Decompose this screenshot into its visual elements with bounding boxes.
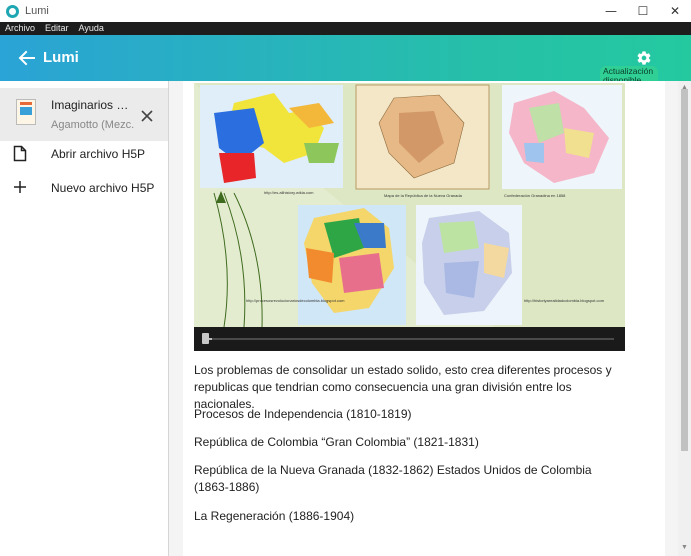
content-paragraph: La Regeneración (1886-1904) <box>194 509 355 523</box>
content-paragraph: Procesos de Independencia (1810-1819) <box>194 407 412 421</box>
close-icon[interactable] <box>141 110 153 122</box>
plus-icon <box>14 181 26 193</box>
map-caption-1: http://es.allhistory.wikia.com <box>264 190 314 195</box>
agamotto-player[interactable]: http://es.allhistory.wikia.com Mapa de l… <box>194 83 625 351</box>
map-caption-3: Confederación Granadina en 1858 <box>504 193 566 198</box>
app-logo-icon <box>6 4 19 18</box>
map-caption-5: http://historiyarealidadcolombia.blogspo… <box>524 298 605 303</box>
open-file-subtitle: Agamotto (Mezc... <box>51 119 135 131</box>
file-icon <box>13 145 27 162</box>
window-close-icon[interactable]: ✕ <box>659 0 691 22</box>
settings-gear-icon[interactable] <box>636 50 652 66</box>
open-file-item[interactable]: Imaginarios d... Agamotto (Mezc... <box>0 88 168 141</box>
new-h5p-label: Nuevo archivo H5P <box>51 181 155 195</box>
content-paragraph: República de Colombia “Gran Colombia” (1… <box>194 435 479 449</box>
window-title: Lumi <box>25 5 49 17</box>
app-bar: Lumi <box>0 35 691 81</box>
colombia-maps-collage <box>194 83 625 327</box>
maximize-icon[interactable]: ☐ <box>627 0 659 22</box>
window-controls: — ☐ ✕ <box>595 0 691 22</box>
app-title: Lumi <box>43 49 79 66</box>
progress-track[interactable] <box>204 338 614 340</box>
open-file-title: Imaginarios d... <box>51 98 133 112</box>
maps-slide-image: http://es.allhistory.wikia.com Mapa de l… <box>194 83 625 327</box>
player-controls <box>194 327 625 351</box>
window-titlebar: Lumi — ☐ ✕ <box>0 0 691 22</box>
map-caption-4: http://procesosrevolucionariosdecolombia… <box>246 298 345 303</box>
minimize-icon[interactable]: — <box>595 0 627 22</box>
sidebar: Imaginarios d... Agamotto (Mezc... Abrir… <box>0 81 169 556</box>
open-h5p-label: Abrir archivo H5P <box>51 147 146 161</box>
h5p-document-icon <box>16 99 36 125</box>
scroll-thumb[interactable] <box>681 89 688 451</box>
progress-handle[interactable] <box>202 333 209 344</box>
scroll-down-icon[interactable]: ▼ <box>681 544 688 551</box>
content-paragraph: República de la Nueva Granada (1832-1862… <box>194 463 592 494</box>
new-h5p-item[interactable]: Nuevo archivo H5P <box>0 173 168 203</box>
map-caption-2: Mapa de la República de la Nueva Granada <box>384 193 462 198</box>
menu-ayuda[interactable]: Ayuda <box>74 22 109 35</box>
open-h5p-item[interactable]: Abrir archivo H5P <box>0 139 168 169</box>
content-scrollbar[interactable]: ▲ ▼ <box>678 81 691 556</box>
menu-editar[interactable]: Editar <box>40 22 74 35</box>
menu-archivo[interactable]: Archivo <box>0 22 40 35</box>
menu-bar: Archivo Editar Ayuda <box>0 22 691 35</box>
back-arrow-icon[interactable] <box>17 48 37 68</box>
main-content: http://es.allhistory.wikia.com Mapa de l… <box>169 81 678 556</box>
